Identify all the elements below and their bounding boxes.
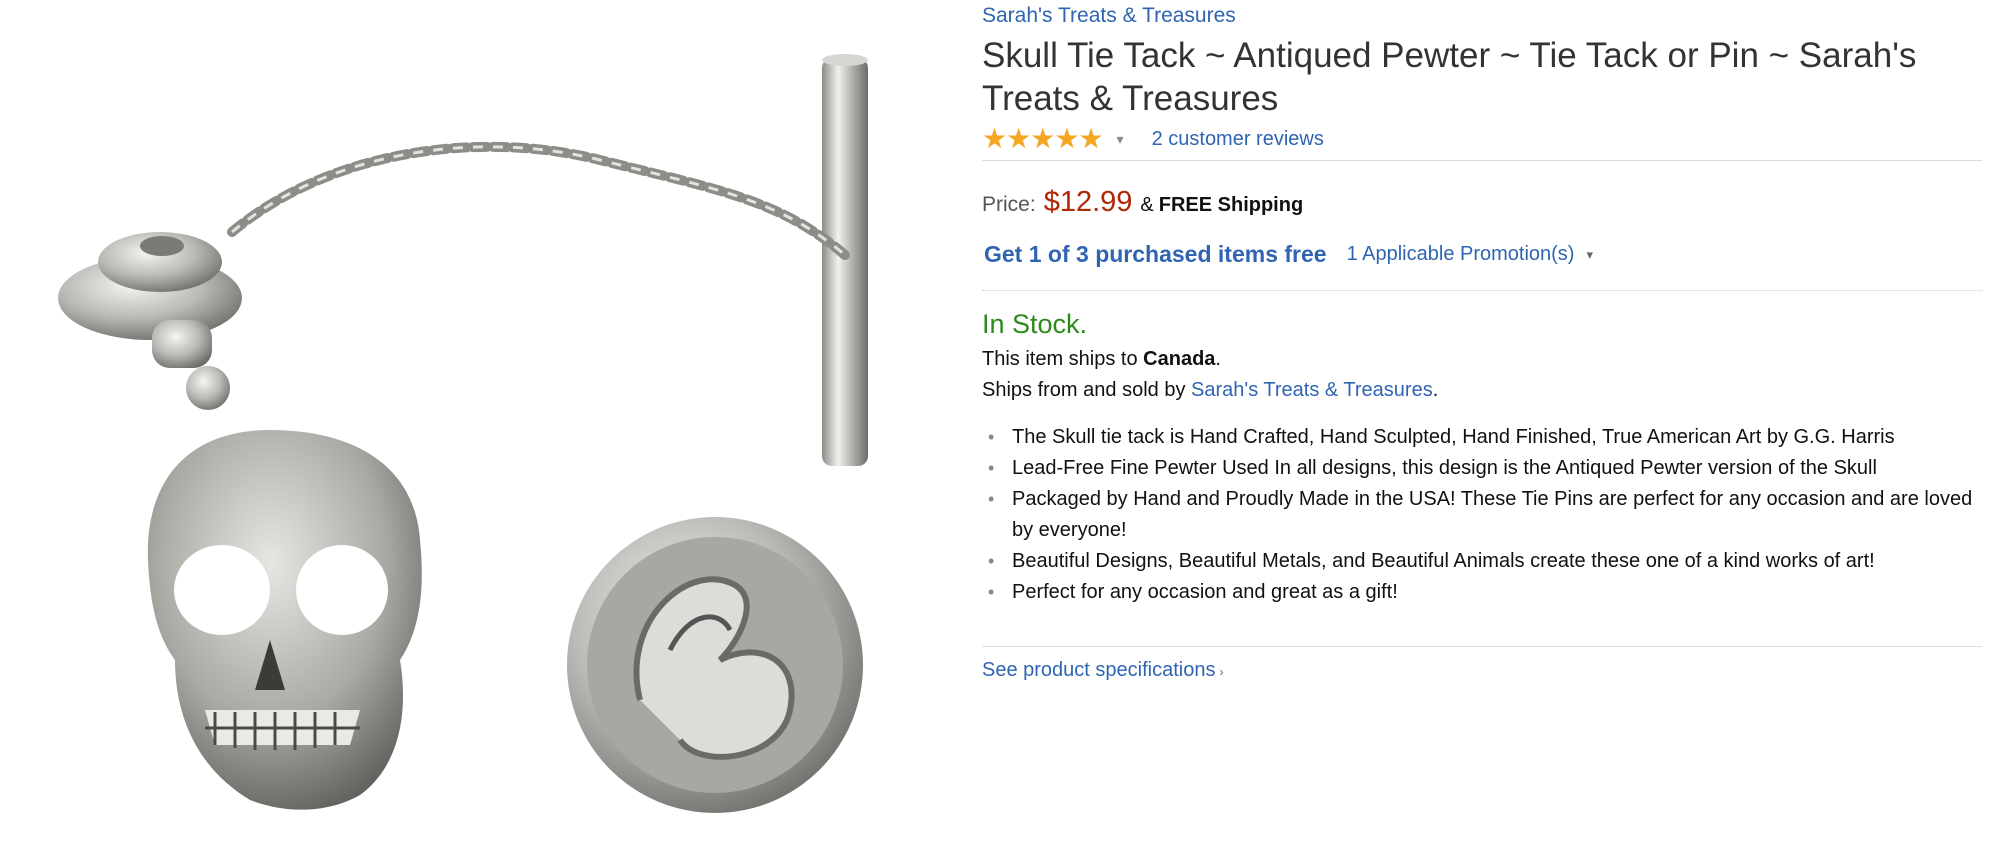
- promotion-row: Get 1 of 3 purchased items free 1 Applic…: [982, 241, 1982, 268]
- bullet-icon: •: [988, 489, 995, 509]
- bullet-icon: •: [988, 582, 995, 602]
- price-amp: &: [1140, 194, 1154, 216]
- rating-row: ★ ★ ★ ★ ★ ▾ 2 customer reviews: [982, 122, 1982, 156]
- ships-to: This item ships to Canada.: [982, 348, 1982, 371]
- star-icon: ★: [1030, 123, 1055, 154]
- product-detail: Sarah's Treats & Treasures Skull Tie Tac…: [982, 0, 1982, 682]
- ships-to-country: Canada: [1143, 348, 1216, 370]
- bullet-text: Packaged by Hand and Proudly Made in the…: [1012, 488, 1973, 541]
- list-item: • Packaged by Hand and Proudly Made in th…: [982, 484, 1982, 546]
- star-icon: ★: [1054, 123, 1079, 154]
- star-icon: ★: [1006, 123, 1031, 154]
- rating-dropdown-caret-icon[interactable]: ▾: [1117, 131, 1124, 148]
- ships-from: Ships from and sold by Sarah's Treats & …: [982, 379, 1982, 402]
- tie-bar: [822, 58, 868, 466]
- bullet-text: Perfect for any occasion and great as a …: [1012, 581, 1398, 603]
- divider: [982, 290, 1982, 291]
- bullet-icon: •: [988, 458, 995, 478]
- sold-by-suffix: .: [1432, 379, 1439, 401]
- star-rating[interactable]: ★ ★ ★ ★ ★: [982, 123, 1104, 154]
- sold-by-prefix: Ships from and sold by: [982, 379, 1191, 401]
- skull: [147, 430, 422, 810]
- see-product-specifications-link[interactable]: See product specifications ›: [982, 659, 1223, 682]
- price-label: Price:: [982, 193, 1036, 216]
- product-title: Skull Tie Tack ~ Antiqued Pewter ~ Tie T…: [982, 36, 1917, 118]
- free-shipping-label: FREE Shipping: [1158, 194, 1304, 216]
- promotion-caret-icon[interactable]: ▾: [1586, 247, 1593, 263]
- star-icon: ★: [1078, 123, 1103, 154]
- brand-link[interactable]: Sarah's Treats & Treasures: [982, 4, 1982, 28]
- bullet-icon: •: [988, 427, 995, 447]
- stock-status: In Stock.: [982, 309, 1088, 339]
- applicable-promotions-link[interactable]: 1 Applicable Promotion(s): [1347, 243, 1575, 266]
- price-value: $12.99: [1043, 186, 1133, 218]
- bullet-text: The Skull tie tack is Hand Crafted, Hand…: [1012, 426, 1895, 448]
- list-item: • The Skull tie tack is Hand Crafted, Han…: [982, 422, 1982, 453]
- bullet-text: Lead-Free Fine Pewter Used In all design…: [1012, 457, 1877, 479]
- promotion-headline: Get 1 of 3 purchased items free: [984, 241, 1327, 267]
- divider: [982, 160, 1982, 161]
- specs-link-label: See product specifications: [982, 659, 1216, 681]
- list-item: • Beautiful Designs, Beautiful Metals, an…: [982, 546, 1982, 577]
- chevron-right-icon: ›: [1219, 665, 1224, 679]
- ships-to-suffix: .: [1215, 348, 1221, 370]
- feature-bullets: • The Skull tie tack is Hand Crafted, Han…: [982, 422, 1982, 608]
- customer-reviews-link[interactable]: 2 customer reviews: [1152, 128, 1324, 151]
- product-photo: [58, 54, 868, 813]
- pin-back: [567, 517, 863, 813]
- seller-link[interactable]: Sarah's Treats & Treasures: [1191, 379, 1433, 401]
- product-image[interactable]: [0, 0, 960, 845]
- bullet-text: Beautiful Designs, Beautiful Metals, and…: [1012, 550, 1875, 572]
- list-item: • Perfect for any occasion and great as a…: [982, 577, 1982, 608]
- list-item: • Lead-Free Fine Pewter Used In all desig…: [982, 453, 1982, 484]
- divider: [982, 646, 1982, 647]
- ships-to-prefix: This item ships to: [982, 348, 1144, 370]
- bullet-icon: •: [988, 551, 995, 571]
- price-row: Price: $12.99 & FREE Shipping: [982, 186, 1982, 219]
- star-icon: ★: [982, 123, 1007, 154]
